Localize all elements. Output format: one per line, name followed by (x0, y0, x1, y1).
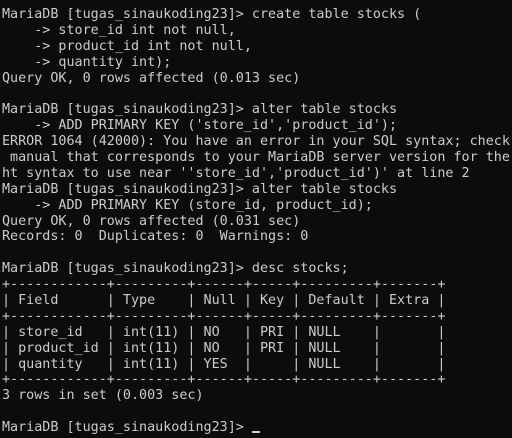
terminal-line: ERROR 1064 (42000): You have an error in… (2, 134, 510, 150)
terminal-line: | product_id | int(11) | NO | PRI | NULL… (2, 340, 446, 356)
prompt-text: MariaDB [tugas_sinaukoding23]> (2, 420, 252, 436)
terminal-line: manual that corresponds to your MariaDB … (2, 150, 510, 166)
terminal-line: +------------+---------+------+-----+---… (2, 277, 446, 293)
terminal-line: | Field | Type | Null | Key | Default | … (2, 293, 446, 309)
terminal-line: +------------+---------+------+-----+---… (2, 372, 446, 388)
terminal-line: -> product_id int not null, (2, 38, 252, 54)
terminal-line: MariaDB [tugas_sinaukoding23]> alter tab… (2, 181, 398, 197)
terminal-line: Query OK, 0 rows affected (0.013 sec) (2, 70, 301, 86)
terminal-line: -> ADD PRIMARY KEY (store_id, product_id… (2, 197, 373, 213)
terminal-line: 3 rows in set (0.003 sec) (2, 388, 204, 404)
terminal-line: MariaDB [tugas_sinaukoding23]> alter tab… (2, 102, 398, 118)
terminal-line: Records: 0 Duplicates: 0 Warnings: 0 (2, 229, 309, 245)
terminal-prompt-line[interactable]: MariaDB [tugas_sinaukoding23]> (0, 420, 512, 436)
terminal-output: MariaDB [tugas_sinaukoding23]> create ta… (0, 7, 512, 420)
terminal-line: | store_id | int(11) | NO | PRI | NULL |… (2, 324, 446, 340)
terminal-line: | quantity | int(11) | YES | | NULL | | (2, 356, 446, 372)
terminal-line: -> quantity int); (2, 54, 172, 70)
terminal-line: Query OK, 0 rows affected (0.031 sec) (2, 213, 301, 229)
cursor-icon (251, 431, 260, 434)
terminal-line: MariaDB [tugas_sinaukoding23]> create ta… (2, 7, 422, 22)
terminal-line: -> ADD PRIMARY KEY ('store_id','product_… (2, 118, 398, 134)
terminal-line: +------------+---------+------+-----+---… (2, 308, 446, 324)
terminal-line: -> store_id int not null, (2, 22, 236, 38)
terminal-line: ht syntax to use near ''store_id','produ… (2, 165, 470, 181)
terminal-window[interactable]: MariaDB [tugas_sinaukoding23]> create ta… (0, 0, 512, 438)
terminal-line: MariaDB [tugas_sinaukoding23]> desc stoc… (2, 261, 349, 277)
